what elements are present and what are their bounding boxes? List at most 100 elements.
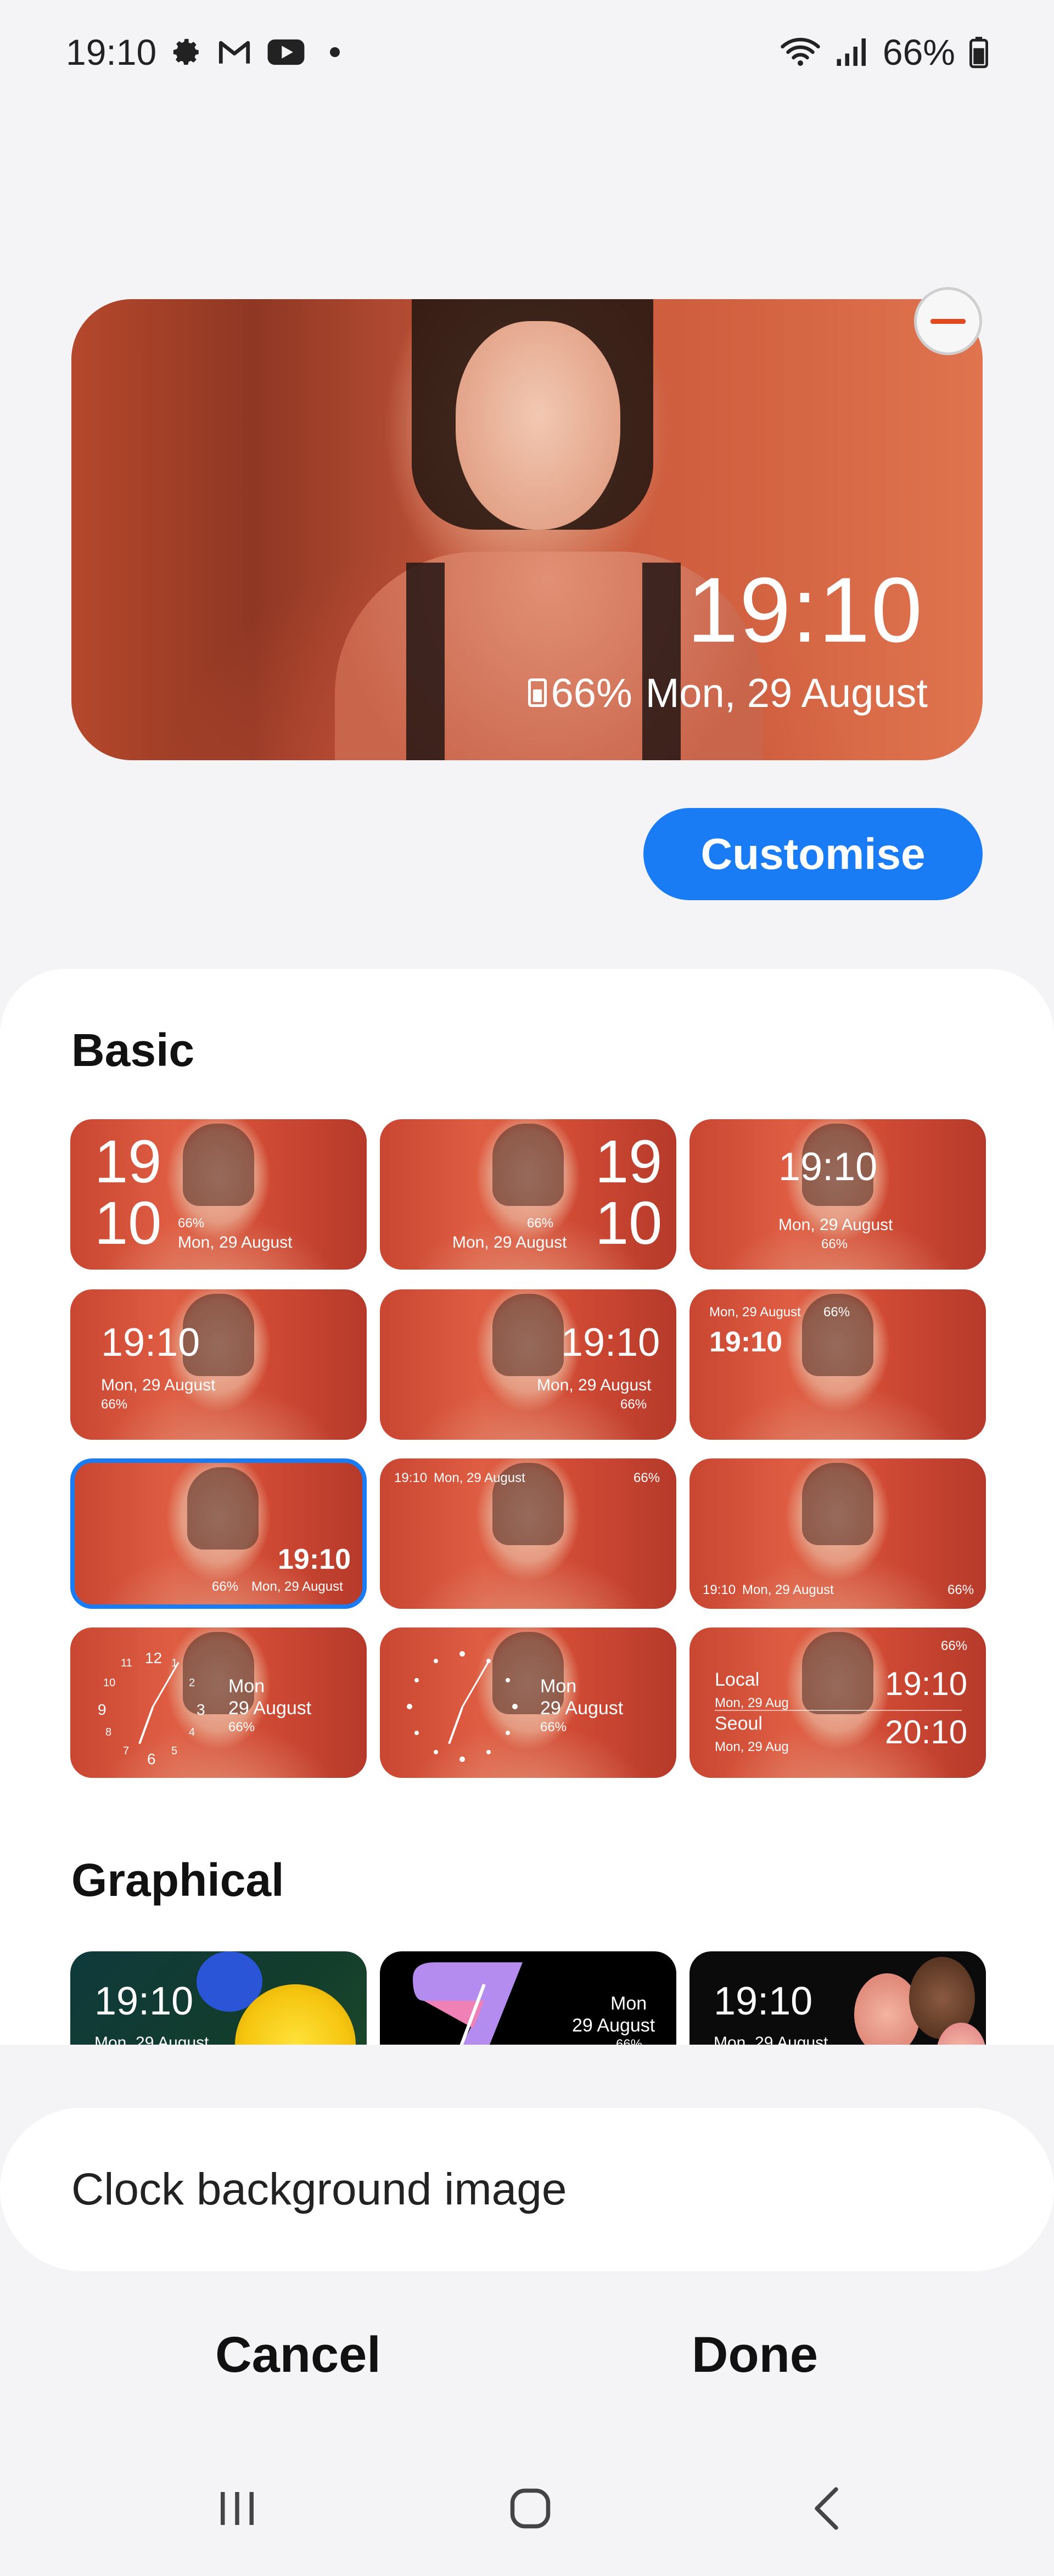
thumb-date: Mon, 29 August (452, 1233, 567, 1251)
clock-style-thumb-8[interactable]: 19:10 Mon, 29 August 66% (380, 1458, 676, 1609)
clock-style-thumb-2[interactable]: 19 10 66% Mon, 29 August (380, 1119, 676, 1270)
status-bar: 19:10 66% (0, 22, 1054, 82)
preview-battery: 66% (528, 670, 632, 716)
clock-preview[interactable]: 19:10 66% Mon, 29 August (71, 299, 983, 760)
thumb-battery: 66% (633, 1471, 660, 1485)
graphical-style-thumb-2[interactable]: Mon 29 August 66% (380, 1951, 676, 2045)
thumb-date: 29 August (572, 2015, 655, 2036)
thumb-battery: 66% (212, 1579, 239, 1594)
thumb-date: Mon, 29 August (178, 1233, 293, 1251)
thumb-city-seoul: Seoul (715, 1713, 763, 1734)
thumb-date: 29 August (540, 1698, 624, 1719)
clock-numeral: 9 (98, 1701, 106, 1718)
clock-style-thumb-12[interactable]: 66% Local Mon, 29 Aug 19:10 Seoul Mon, 2… (689, 1627, 986, 1778)
clock-style-thumb-10[interactable]: 12 1 2 3 4 5 6 7 8 9 10 11 Mon 29 August… (70, 1627, 367, 1778)
preview-photo-strap-right (642, 563, 681, 760)
thumb-battery: 66% (540, 1720, 567, 1735)
remove-button[interactable] (914, 287, 982, 355)
thumb-hour: 19 (595, 1128, 663, 1196)
thumb-day: Mon (228, 1676, 265, 1697)
back-icon[interactable] (789, 2470, 866, 2547)
preview-time: 19:10 (687, 558, 923, 661)
done-button[interactable]: Done (618, 2319, 892, 2390)
thumb-date: Mon, 29 August (714, 2034, 828, 2045)
clock-numeral: 3 (197, 1701, 205, 1718)
cancel-button[interactable]: Cancel (161, 2319, 435, 2390)
thumb-photo (802, 1632, 873, 1714)
thumb-date: Mon, 29 August (101, 1376, 216, 1394)
clock-numeral: 8 (105, 1726, 112, 1738)
thumb-time: 19:10 (94, 1979, 194, 2023)
thumb-day: Mon (610, 1993, 647, 2014)
clock-style-thumb-7-selected[interactable]: 19:10 66% Mon, 29 August (70, 1458, 367, 1609)
recent-apps-icon[interactable] (199, 2470, 276, 2547)
thumb-battery: 66% (101, 1397, 128, 1412)
thumb-time: 19:10 (703, 1582, 736, 1597)
divider (715, 1710, 962, 1711)
thumb-date-seoul: Mon, 29 Aug (715, 1739, 789, 1754)
thumb-photo (183, 1124, 254, 1206)
thumb-time: 19:10 (778, 1145, 878, 1189)
clock-style-thumb-4[interactable]: 19:10 Mon, 29 August 66% (70, 1289, 367, 1440)
thumb-photo (187, 1467, 259, 1550)
clock-style-thumb-11[interactable]: Mon 29 August 66% (380, 1627, 676, 1778)
thumb-day: Mon (540, 1676, 577, 1697)
preview-photo-face (456, 321, 620, 530)
thumb-time: 19:10 (709, 1326, 782, 1358)
analog-clock-face (402, 1646, 523, 1767)
thumb-photo (492, 1294, 564, 1376)
wifi-icon (780, 36, 821, 69)
thumb-date: 29 August (228, 1698, 312, 1719)
dot-icon (330, 47, 340, 57)
thumb-time: 19:10 (714, 1979, 813, 2023)
status-left: 19:10 (66, 31, 340, 73)
clock-styles-panel: Basic 19 10 66% Mon, 29 August 19 10 66%… (0, 969, 1054, 2045)
clock-numeral: 5 (171, 1745, 178, 1757)
thumb-minute: 10 (595, 1189, 663, 1257)
hour-hand (138, 1707, 154, 1744)
graphical-section-title: Graphical (71, 1854, 284, 1906)
battery-icon (969, 36, 988, 69)
clock-numeral: 6 (147, 1750, 156, 1767)
basic-section-title: Basic (71, 1024, 195, 1076)
thumb-time: 19:10 (278, 1544, 351, 1575)
customise-button[interactable]: Customise (643, 808, 983, 900)
preview-photo-strap-left (406, 563, 445, 760)
seven-shape-illustration (413, 1962, 523, 2045)
thumb-battery: 66% (228, 1720, 255, 1735)
graphical-style-thumb-1[interactable]: 19:10 Mon, 29 August (70, 1951, 367, 2045)
clock-style-thumb-6[interactable]: Mon, 29 August 66% 19:10 (689, 1289, 986, 1440)
thumb-hour: 19 (94, 1128, 162, 1196)
thumb-battery: 66% (941, 1638, 968, 1653)
clock-style-thumb-5[interactable]: 19:10 Mon, 29 August 66% (380, 1289, 676, 1440)
battery-percent: 66% (882, 32, 955, 72)
clock-style-thumb-1[interactable]: 19 10 66% Mon, 29 August (70, 1119, 367, 1270)
clock-style-thumb-3[interactable]: 19:10 Mon, 29 August 66% (689, 1119, 986, 1270)
clock-background-image-row[interactable]: Clock background image (0, 2108, 1054, 2271)
gmail-icon (217, 38, 252, 66)
minus-icon (930, 318, 966, 324)
thumb-photo (802, 1463, 873, 1545)
thumb-time: 19:10 (561, 1321, 660, 1365)
thumb-date: Mon, 29 August (251, 1579, 343, 1594)
minute-hand (152, 1662, 180, 1708)
gear-icon (171, 36, 203, 68)
thumb-time-local: 19:10 (885, 1665, 968, 1702)
thumb-date: Mon, 29 August (434, 1471, 525, 1485)
thumb-date: Mon, 29 August (537, 1376, 652, 1394)
preview-date: Mon, 29 August (645, 670, 928, 716)
thumb-date: Mon, 29 August (709, 1305, 801, 1320)
battery-charging-icon (528, 678, 547, 707)
analog-clock-face: 12 1 2 3 4 5 6 7 8 9 10 11 (92, 1646, 213, 1767)
home-icon[interactable] (492, 2470, 569, 2547)
thumb-battery: 66% (616, 2037, 643, 2045)
thumb-date: Mon, 29 August (94, 2034, 209, 2045)
navigation-bar (0, 2470, 1054, 2547)
clock-numeral: 11 (121, 1657, 132, 1669)
status-right: 66% (780, 31, 988, 73)
preview-subline: 66% Mon, 29 August (528, 670, 928, 716)
graphical-style-thumb-3[interactable]: 19:10 Mon, 29 August (689, 1951, 986, 2045)
thumb-date: Mon, 29 August (778, 1216, 893, 1234)
clock-style-thumb-9[interactable]: 19:10 Mon, 29 August 66% (689, 1458, 986, 1609)
thumb-date: Mon, 29 August (742, 1582, 834, 1597)
